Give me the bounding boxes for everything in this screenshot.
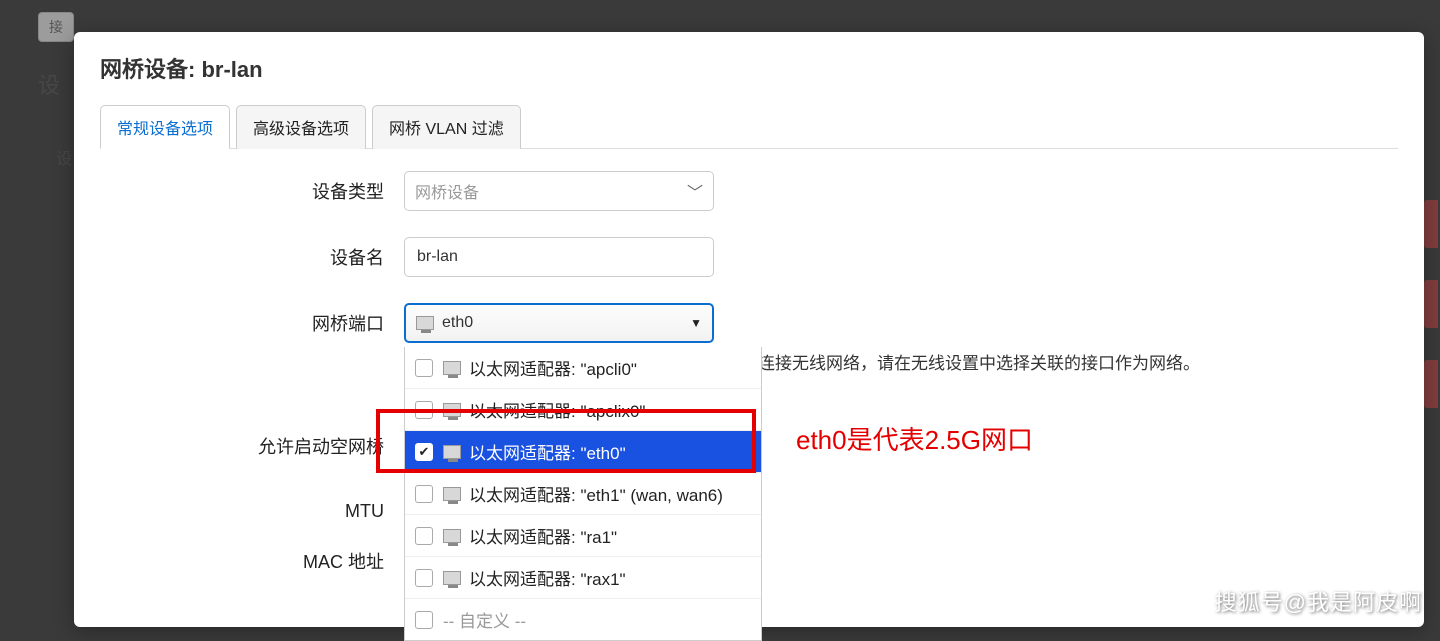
select-device-type-value: 网桥设备 bbox=[415, 179, 479, 203]
label-allow-empty-bridge: 允许启动空网桥 bbox=[100, 433, 404, 459]
checkbox-checked-icon: ✔ bbox=[415, 443, 433, 461]
modal-title: 网桥设备: br-lan bbox=[100, 52, 1398, 84]
row-device-name: 设备名 bbox=[100, 237, 1398, 277]
bg-edit-button-fragment bbox=[1424, 200, 1438, 248]
checkbox-icon bbox=[415, 569, 433, 587]
dropdown-option-eth0[interactable]: ✔ 以太网适配器: "eth0" bbox=[405, 431, 761, 473]
label-device-type: 设备类型 bbox=[100, 178, 404, 204]
input-device-name[interactable] bbox=[404, 237, 714, 277]
dropdown-option-apclix0[interactable]: 以太网适配器: "apclix0" bbox=[405, 389, 761, 431]
checkbox-icon bbox=[415, 527, 433, 545]
dropdown-option-label: 以太网适配器: "apcli0" bbox=[469, 355, 637, 380]
network-adapter-icon bbox=[443, 487, 461, 501]
select-bridge-ports-value: eth0 bbox=[442, 314, 473, 332]
network-adapter-icon bbox=[443, 361, 461, 375]
network-adapter-icon bbox=[416, 316, 434, 330]
tab-vlan-filter[interactable]: 网桥 VLAN 过滤 bbox=[372, 105, 521, 149]
dropdown-option-label: 以太网适配器: "eth0" bbox=[469, 439, 626, 464]
network-adapter-icon bbox=[443, 529, 461, 543]
dropdown-option-label: 以太网适配器: "rax1" bbox=[469, 565, 626, 590]
bg-edit-button-fragment bbox=[1424, 280, 1438, 328]
annotation-text: eth0是代表2.5G网口 bbox=[796, 420, 1033, 457]
dropdown-option-rax1[interactable]: 以太网适配器: "rax1" bbox=[405, 557, 761, 599]
network-adapter-icon bbox=[443, 403, 461, 417]
dropdown-option-custom[interactable]: -- 自定义 -- bbox=[405, 599, 761, 640]
network-adapter-icon bbox=[443, 571, 461, 585]
label-device-name: 设备名 bbox=[100, 244, 404, 270]
watermark-text: 搜狐号@我是阿皮啊 bbox=[1215, 585, 1422, 617]
label-mac-address: MAC 地址 bbox=[100, 548, 404, 574]
label-bridge-ports: 网桥端口 bbox=[100, 310, 404, 336]
dropdown-option-eth1[interactable]: 以太网适配器: "eth1" (wan, wan6) bbox=[405, 473, 761, 515]
network-adapter-icon bbox=[443, 445, 461, 459]
tab-general-options[interactable]: 常规设备选项 bbox=[100, 105, 230, 149]
bridge-ports-dropdown: 以太网适配器: "apcli0" 以太网适配器: "apclix0" ✔ 以太网… bbox=[404, 347, 762, 641]
checkbox-icon bbox=[415, 611, 433, 629]
select-device-type[interactable]: 网桥设备 ﹀ bbox=[404, 171, 714, 211]
row-device-type: 设备类型 网桥设备 ﹀ bbox=[100, 171, 1398, 211]
checkbox-icon bbox=[415, 359, 433, 377]
row-bridge-ports: 网桥端口 eth0 ▼ 连接无线网络，请在无线设置中选择关联的接口作为网络。 以… bbox=[100, 303, 1398, 343]
dropdown-custom-label: -- 自定义 -- bbox=[443, 607, 526, 632]
label-mtu: MTU bbox=[100, 501, 404, 522]
device-config-modal: 网桥设备: br-lan 常规设备选项 高级设备选项 网桥 VLAN 过滤 设备… bbox=[74, 32, 1424, 627]
tab-advanced-options[interactable]: 高级设备选项 bbox=[236, 105, 366, 149]
dropdown-option-label: 以太网适配器: "ra1" bbox=[469, 523, 617, 548]
dropdown-option-ra1[interactable]: 以太网适配器: "ra1" bbox=[405, 515, 761, 557]
triangle-down-icon: ▼ bbox=[690, 316, 702, 330]
bg-subhead-fragment: 设 bbox=[56, 145, 72, 169]
checkbox-icon bbox=[415, 401, 433, 419]
help-text-bridge-ports: 连接无线网络，请在无线设置中选择关联的接口作为网络。 bbox=[740, 349, 1200, 374]
dropdown-option-label: 以太网适配器: "eth1" (wan, wan6) bbox=[469, 481, 723, 506]
bg-heading-fragment: 设 bbox=[38, 68, 60, 100]
dropdown-option-label: 以太网适配器: "apclix0" bbox=[469, 397, 645, 422]
dropdown-option-apcli0[interactable]: 以太网适配器: "apcli0" bbox=[405, 347, 761, 389]
tab-bar: 常规设备选项 高级设备选项 网桥 VLAN 过滤 bbox=[100, 104, 1398, 149]
chevron-down-icon: ﹀ bbox=[687, 179, 703, 203]
select-bridge-ports[interactable]: eth0 ▼ bbox=[404, 303, 714, 343]
bg-edit-button-fragment bbox=[1424, 360, 1438, 408]
checkbox-icon bbox=[415, 485, 433, 503]
bg-tab-fragment: 接 bbox=[38, 12, 74, 42]
